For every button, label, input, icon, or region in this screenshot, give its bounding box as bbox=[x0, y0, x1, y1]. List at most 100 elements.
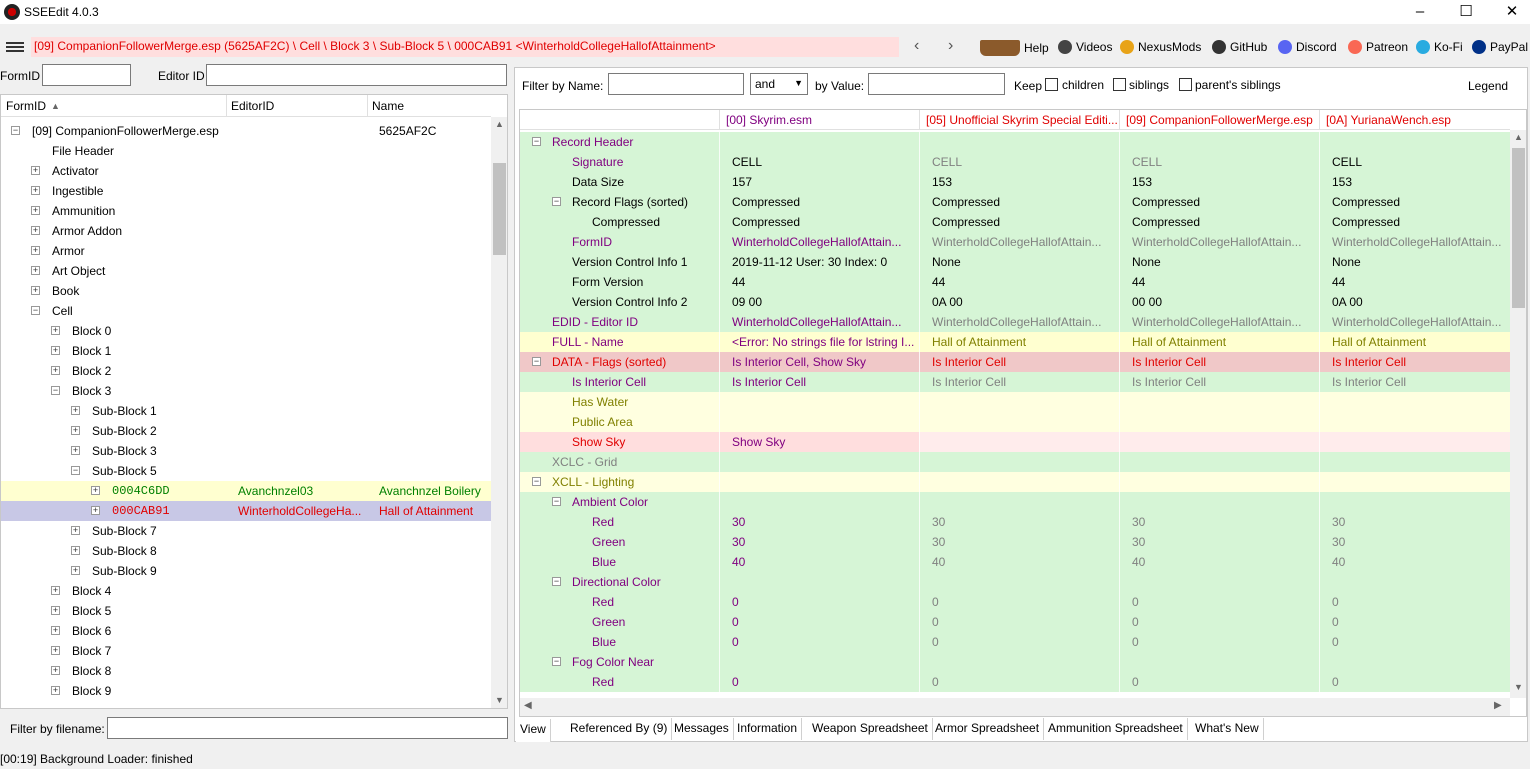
record-field-row[interactable]: Compressed Compressed Compressed Compressed… bbox=[520, 212, 1510, 232]
record-field-row[interactable]: − Record Flags (sorted) Compressed Compress… bbox=[520, 192, 1510, 212]
expand-icon[interactable]: + bbox=[51, 646, 60, 655]
toolbar-link-paypal[interactable]: PayPal bbox=[1472, 40, 1528, 54]
expand-icon[interactable]: + bbox=[71, 526, 80, 535]
tree-row[interactable]: + Book bbox=[1, 281, 491, 301]
siblings-checkbox[interactable] bbox=[1113, 78, 1126, 91]
record-field-row[interactable]: − Record Header bbox=[520, 132, 1510, 152]
expand-icon[interactable]: + bbox=[91, 506, 100, 515]
record-field-row[interactable]: Has Water bbox=[520, 392, 1510, 412]
toolbar-link-patreon[interactable]: Patreon bbox=[1348, 40, 1408, 54]
collapse-icon[interactable]: − bbox=[532, 357, 541, 366]
toolbar-link-ko-fi[interactable]: Ko-Fi bbox=[1416, 40, 1463, 54]
forward-button[interactable]: › bbox=[948, 37, 953, 55]
tree-row[interactable]: + Sub-Block 9 bbox=[1, 561, 491, 581]
collapse-icon[interactable]: − bbox=[532, 137, 541, 146]
expand-icon[interactable]: + bbox=[71, 546, 80, 555]
collapse-icon[interactable]: − bbox=[552, 497, 561, 506]
tree-row[interactable]: + Sub-Block 1 bbox=[1, 401, 491, 421]
tree-row[interactable]: + Armor bbox=[1, 241, 491, 261]
record-compare-grid[interactable]: [00] Skyrim.esm [05] Unofficial Skyrim Sp… bbox=[519, 109, 1527, 717]
expand-icon[interactable]: + bbox=[31, 226, 40, 235]
expand-icon[interactable]: + bbox=[51, 366, 60, 375]
expand-icon[interactable]: + bbox=[91, 486, 100, 495]
filter-filename-input[interactable] bbox=[107, 717, 508, 739]
and-select[interactable]: and ▼ bbox=[750, 73, 808, 95]
tree-row[interactable]: − Block 3 bbox=[1, 381, 491, 401]
tree-row[interactable]: + Sub-Block 2 bbox=[1, 421, 491, 441]
expand-icon[interactable]: + bbox=[71, 446, 80, 455]
collapse-icon[interactable]: − bbox=[552, 577, 561, 586]
record-field-row[interactable]: FULL - Name <Error: No strings file for l… bbox=[520, 332, 1510, 352]
tree-row-plugin[interactable]: − [09] CompanionFollowerMerge.esp 5625AF… bbox=[1, 121, 491, 141]
record-field-row[interactable]: − DATA - Flags (sorted) Is Interior Cell, … bbox=[520, 352, 1510, 372]
tree-scroll-thumb[interactable] bbox=[493, 163, 506, 255]
collapse-icon[interactable]: − bbox=[31, 306, 40, 315]
expand-icon[interactable]: + bbox=[51, 626, 60, 635]
expand-icon[interactable]: + bbox=[51, 326, 60, 335]
back-button[interactable]: ‹ bbox=[914, 37, 919, 55]
record-field-row[interactable]: Form Version 44 44 44 44 bbox=[520, 272, 1510, 292]
grid-scrollbar[interactable]: ▲ ▼ bbox=[1510, 130, 1526, 698]
record-tree[interactable]: FormID ▲ EditorID Name − [09] CompanionF… bbox=[0, 94, 508, 709]
record-field-row[interactable]: Data Size 157 153 153 153 bbox=[520, 172, 1510, 192]
record-field-row[interactable]: Signature CELL CELL CELL CELL bbox=[520, 152, 1510, 172]
record-field-row[interactable]: − Directional Color bbox=[520, 572, 1510, 592]
by-value-input[interactable] bbox=[868, 73, 1005, 95]
close-button[interactable]: ✕ bbox=[1489, 0, 1530, 24]
tree-row[interactable]: + Sub-Block 7 bbox=[1, 521, 491, 541]
expand-icon[interactable]: + bbox=[71, 406, 80, 415]
record-field-row[interactable]: Public Area bbox=[520, 412, 1510, 432]
record-field-row[interactable]: EDID - Editor ID WinterholdCollegeHallofA… bbox=[520, 312, 1510, 332]
record-field-row[interactable]: Blue 0 0 0 0 bbox=[520, 632, 1510, 652]
collapse-icon[interactable]: − bbox=[532, 477, 541, 486]
expand-icon[interactable]: + bbox=[71, 426, 80, 435]
record-field-row[interactable]: − Fog Color Near bbox=[520, 652, 1510, 672]
column-formid[interactable]: FormID bbox=[6, 99, 46, 113]
tree-row[interactable]: + Block 4 bbox=[1, 581, 491, 601]
tree-row[interactable]: + Block 8 bbox=[1, 661, 491, 681]
tree-row[interactable]: +0004C6DD Avanchnzel03 Avanchnzel Boilery bbox=[1, 481, 491, 501]
tree-row[interactable]: + Ammunition bbox=[1, 201, 491, 221]
expand-icon[interactable]: + bbox=[31, 206, 40, 215]
tab-view[interactable]: View bbox=[516, 719, 551, 742]
expand-icon[interactable]: + bbox=[31, 166, 40, 175]
legend-button[interactable]: Legend bbox=[1468, 79, 1508, 93]
expand-icon[interactable]: + bbox=[51, 346, 60, 355]
collapse-icon[interactable]: − bbox=[11, 126, 20, 135]
expand-icon[interactable]: + bbox=[51, 686, 60, 695]
record-field-row[interactable]: Version Control Info 1 2019-11-12 User: 3… bbox=[520, 252, 1510, 272]
tree-row[interactable]: + Block 1 bbox=[1, 341, 491, 361]
tab-referenced-by-9[interactable]: Referenced By (9) bbox=[566, 718, 673, 740]
tree-row[interactable]: + Block 7 bbox=[1, 641, 491, 661]
record-field-row[interactable]: − Ambient Color bbox=[520, 492, 1510, 512]
expand-icon[interactable]: + bbox=[51, 606, 60, 615]
tree-row[interactable]: − Cell bbox=[1, 301, 491, 321]
record-field-row[interactable]: Show Sky Show Sky bbox=[520, 432, 1510, 452]
toolbar-link-github[interactable]: GitHub bbox=[1212, 40, 1267, 54]
parents-siblings-checkbox[interactable] bbox=[1179, 78, 1192, 91]
column-editorid[interactable]: EditorID bbox=[231, 99, 274, 113]
tree-row[interactable]: File Header bbox=[1, 141, 491, 161]
tab-ammunition-spreadsheet[interactable]: Ammunition Spreadsheet bbox=[1044, 718, 1188, 740]
menu-icon[interactable] bbox=[6, 42, 24, 52]
plugin-column-header[interactable]: [00] Skyrim.esm bbox=[726, 113, 918, 127]
record-field-row[interactable]: Red 30 30 30 30 bbox=[520, 512, 1510, 532]
toolbar-link-videos[interactable]: Videos bbox=[1058, 40, 1112, 54]
expand-icon[interactable]: + bbox=[51, 586, 60, 595]
tree-row[interactable]: + Art Object bbox=[1, 261, 491, 281]
tab-armor-spreadsheet[interactable]: Armor Spreadsheet bbox=[931, 718, 1045, 740]
children-checkbox[interactable] bbox=[1045, 78, 1058, 91]
tree-row[interactable]: + Armor Addon bbox=[1, 221, 491, 241]
tab-messages[interactable]: Messages bbox=[670, 718, 734, 740]
column-name[interactable]: Name bbox=[372, 99, 404, 113]
record-field-row[interactable]: Version Control Info 2 09 00 0A 00 00 00 0A … bbox=[520, 292, 1510, 312]
tree-scrollbar[interactable]: ▲ ▼ bbox=[491, 117, 507, 708]
expand-icon[interactable]: + bbox=[31, 186, 40, 195]
tree-row[interactable]: + Block 9 bbox=[1, 681, 491, 701]
collapse-icon[interactable]: − bbox=[51, 386, 60, 395]
editorid-input[interactable] bbox=[206, 64, 507, 86]
toolbar-link-discord[interactable]: Discord bbox=[1278, 40, 1337, 54]
tab-what-s-new[interactable]: What's New bbox=[1191, 718, 1264, 740]
tree-row[interactable]: + Block 0 bbox=[1, 321, 491, 341]
expand-icon[interactable]: + bbox=[71, 566, 80, 575]
